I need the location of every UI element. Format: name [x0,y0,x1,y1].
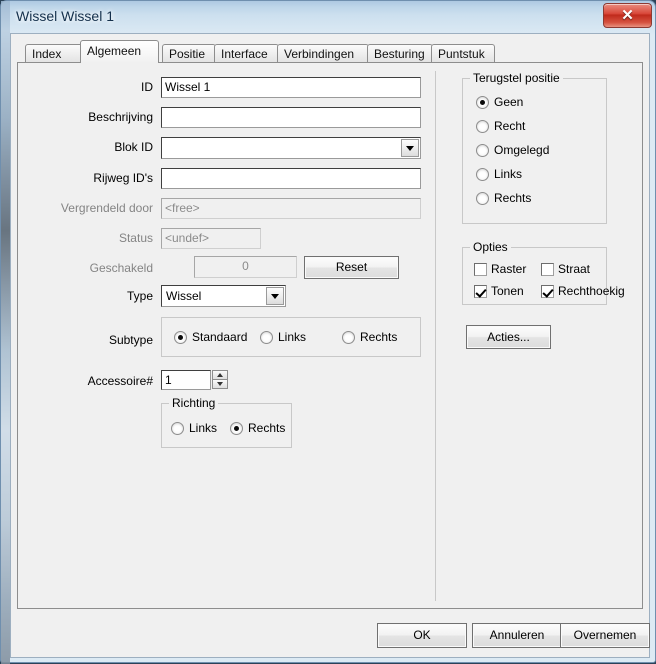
tab-page-algemeen: ID Wissel 1 Beschrijving Blok ID Rijweg … [17,62,643,609]
label-blok-id: Blok ID [114,140,153,154]
dialog-button-bar: OK Annuleren Overnemen [11,610,650,657]
radio-label: Rechts [248,421,286,435]
window-glass-edge [1,1,10,664]
radio-mark [476,168,489,181]
checkbox-mark [541,263,554,276]
radio-mark [476,96,489,109]
radio-label: Omgelegd [494,143,550,157]
checkbox-mark [541,285,554,298]
id-input[interactable]: Wissel 1 [161,77,421,98]
radio-label: Rechts [494,191,532,205]
window-title: Wissel Wissel 1 [16,8,115,24]
subtype-group: Standaard Links Rechts [161,317,421,357]
dialog-window: Wissel Wissel 1 ✕ Index Algemeen Positie… [0,0,656,664]
ok-button[interactable]: OK [377,623,467,648]
tab-positie[interactable]: Positie [162,44,216,63]
tab-index[interactable]: Index [25,44,83,63]
close-icon: ✕ [621,7,634,24]
cancel-button[interactable]: Annuleren [472,623,562,648]
terugstel-positie-group: Terugstel positie Geen Recht Omgelegd Li… [462,71,607,224]
chevron-down-icon[interactable] [401,139,419,157]
accessoire-stepper[interactable] [212,370,228,390]
geschakeld-field: 0 [194,256,297,278]
reset-button[interactable]: Reset [304,256,399,279]
stepper-down-icon[interactable] [212,379,228,389]
checkbox-label: Rechthoekig [558,284,625,298]
radio-mark [230,422,243,435]
blok-id-combo[interactable] [161,137,421,159]
terugstel-group-title: Terugstel positie [470,71,563,85]
radio-label: Links [494,167,523,181]
type-value: Wissel [166,289,202,303]
tab-verbindingen[interactable]: Verbindingen [277,44,369,63]
label-subtype: Subtype [108,333,153,347]
checkbox-label: Straat [558,262,591,276]
radio-mark [476,192,489,205]
richting-group: Richting Links Rechts [161,396,292,448]
radio-mark [342,331,355,344]
tab-besturing[interactable]: Besturing [367,44,433,63]
radio-label: Links [189,421,218,435]
radio-mark [174,331,187,344]
radio-label: Geen [494,95,524,109]
opties-group: Opties Raster Straat Tonen Rechthoekig [462,240,625,305]
checkbox-label: Tonen [491,284,524,298]
label-accessoire: Accessoire# [87,374,153,388]
accessoire-input[interactable]: 1 [161,370,211,390]
opties-group-title: Opties [470,240,511,254]
richting-group-title: Richting [169,396,219,410]
label-vergrendeld-door: Vergrendeld door [60,201,153,215]
label-id: ID [141,80,153,94]
radio-label: Recht [494,119,526,133]
tab-puntstuk[interactable]: Puntstuk [431,44,495,63]
type-combo[interactable]: Wissel [161,285,286,307]
panel-divider [435,71,436,601]
checkbox-mark [474,263,487,276]
label-type: Type [126,289,153,303]
radio-mark [260,331,273,344]
radio-label: Links [278,330,307,344]
label-beschrijving: Beschrijving [88,110,153,124]
radio-mark [476,144,489,157]
vergrendeld-door-field: <free> [161,198,421,219]
tab-algemeen[interactable]: Algemeen [80,40,159,63]
rijweg-ids-input[interactable] [161,168,421,189]
radio-label: Rechts [360,330,398,344]
label-geschakeld: Geschakeld [89,261,153,275]
chevron-down-icon[interactable] [266,287,284,305]
acties-button[interactable]: Acties... [466,325,551,349]
radio-mark [476,120,489,133]
close-button[interactable]: ✕ [603,3,652,28]
radio-mark [171,422,184,435]
tab-strip: Index Algemeen Positie Interface Verbind… [16,40,646,63]
checkbox-mark [474,285,487,298]
dialog-client-area: Index Algemeen Positie Interface Verbind… [10,33,650,658]
status-field: <undef> [161,228,261,249]
radio-label: Standaard [192,330,248,344]
label-rijweg-ids: Rijweg ID's [93,171,153,185]
checkbox-label: Raster [491,262,527,276]
label-status: Status [118,231,153,245]
apply-button[interactable]: Overnemen [560,623,650,648]
tab-interface[interactable]: Interface [214,44,279,63]
beschrijving-input[interactable] [161,107,421,128]
